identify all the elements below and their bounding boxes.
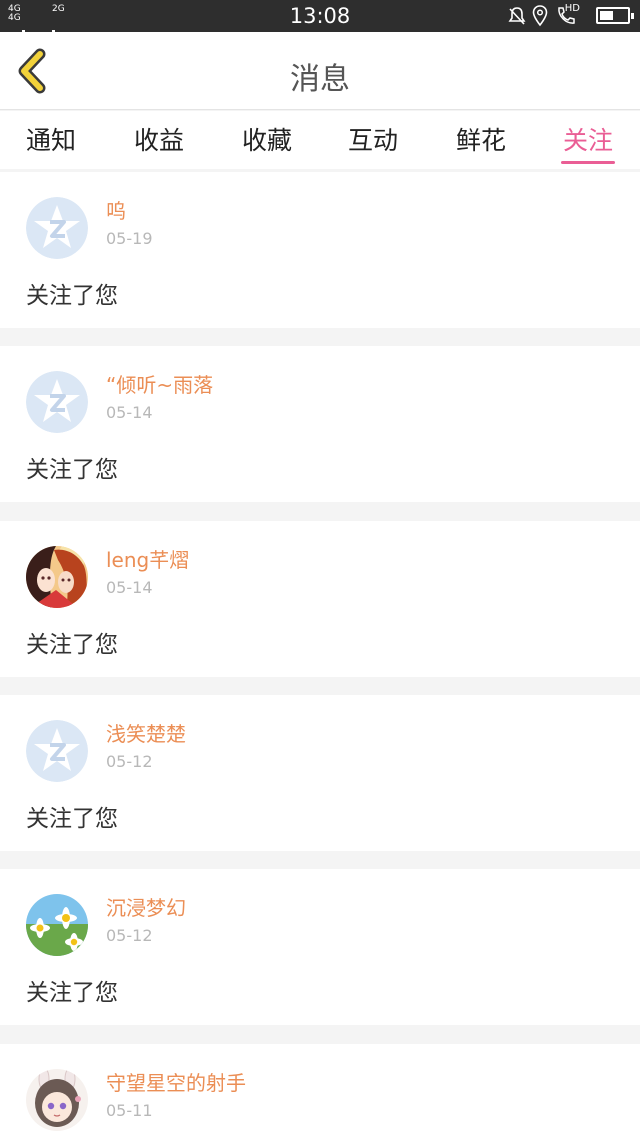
default-avatar-icon[interactable] — [26, 197, 88, 259]
hd-label: HD — [564, 3, 580, 14]
header-bar: 消息 — [0, 32, 640, 110]
message-date: 05-12 — [106, 926, 153, 945]
message-item[interactable]: 守望星空的射手 05-11 — [0, 1044, 640, 1138]
message-item[interactable]: 沉浸梦幻 05-12 关注了您 — [0, 869, 640, 1025]
message-text: 关注了您 — [26, 980, 118, 1006]
tab-interactions[interactable]: 互动 — [337, 121, 409, 167]
username[interactable]: 守望星空的射手 — [106, 1067, 246, 1096]
message-date: 05-12 — [106, 752, 153, 771]
anime-girls-avatar[interactable] — [26, 546, 88, 608]
message-text: 关注了您 — [26, 806, 118, 832]
tab-label: 通知 — [25, 126, 76, 155]
message-item[interactable]: leng芊熠 05-14 关注了您 — [0, 521, 640, 677]
username[interactable]: 沉浸梦幻 — [106, 892, 186, 921]
message-item[interactable]: “倾听~雨落 05-14 关注了您 — [0, 346, 640, 502]
location-icon — [532, 5, 548, 27]
tab-flowers[interactable]: 鲜花 — [445, 121, 517, 167]
message-date: 05-11 — [106, 1101, 153, 1120]
tab-following[interactable]: 关注 — [552, 121, 624, 167]
default-avatar-icon[interactable] — [26, 720, 88, 782]
message-text: 关注了您 — [26, 283, 118, 309]
mute-bell-icon — [508, 7, 526, 25]
chibi-bunny-girl-avatar[interactable] — [26, 1069, 88, 1131]
tab-favorites[interactable]: 收藏 — [231, 121, 303, 167]
message-item[interactable]: 呜 05-19 关注了您 — [0, 172, 640, 328]
username[interactable]: leng芊熠 — [106, 544, 189, 573]
message-date: 05-14 — [106, 578, 153, 597]
tab-label: 关注 — [562, 126, 613, 155]
username[interactable]: 浅笑楚楚 — [106, 718, 186, 747]
message-date: 05-14 — [106, 403, 153, 422]
message-text: 关注了您 — [26, 632, 118, 658]
tab-earnings[interactable]: 收益 — [123, 121, 195, 167]
tab-notifications[interactable]: 通知 — [15, 121, 87, 167]
battery-icon — [596, 7, 634, 24]
message-item[interactable]: 浅笑楚楚 05-12 关注了您 — [0, 695, 640, 851]
tab-label: 收藏 — [241, 126, 292, 155]
message-text: 关注了您 — [26, 457, 118, 483]
tab-bar: 通知 收益 收藏 互动 鲜花 关注 — [0, 111, 640, 169]
page-title: 消息 — [290, 62, 350, 97]
username[interactable]: 呜 — [106, 195, 126, 224]
tab-label: 互动 — [347, 126, 398, 155]
status-bar: 4G 4G 2G 13:08 HD — [0, 0, 640, 91]
default-avatar-icon[interactable] — [26, 371, 88, 433]
username[interactable]: “倾听~雨落 — [106, 369, 213, 398]
message-date: 05-19 — [106, 229, 153, 248]
active-tab-indicator — [561, 161, 615, 164]
tab-label: 鲜花 — [455, 126, 506, 155]
tab-label: 收益 — [133, 126, 184, 155]
daisy-field-avatar[interactable] — [26, 894, 88, 956]
